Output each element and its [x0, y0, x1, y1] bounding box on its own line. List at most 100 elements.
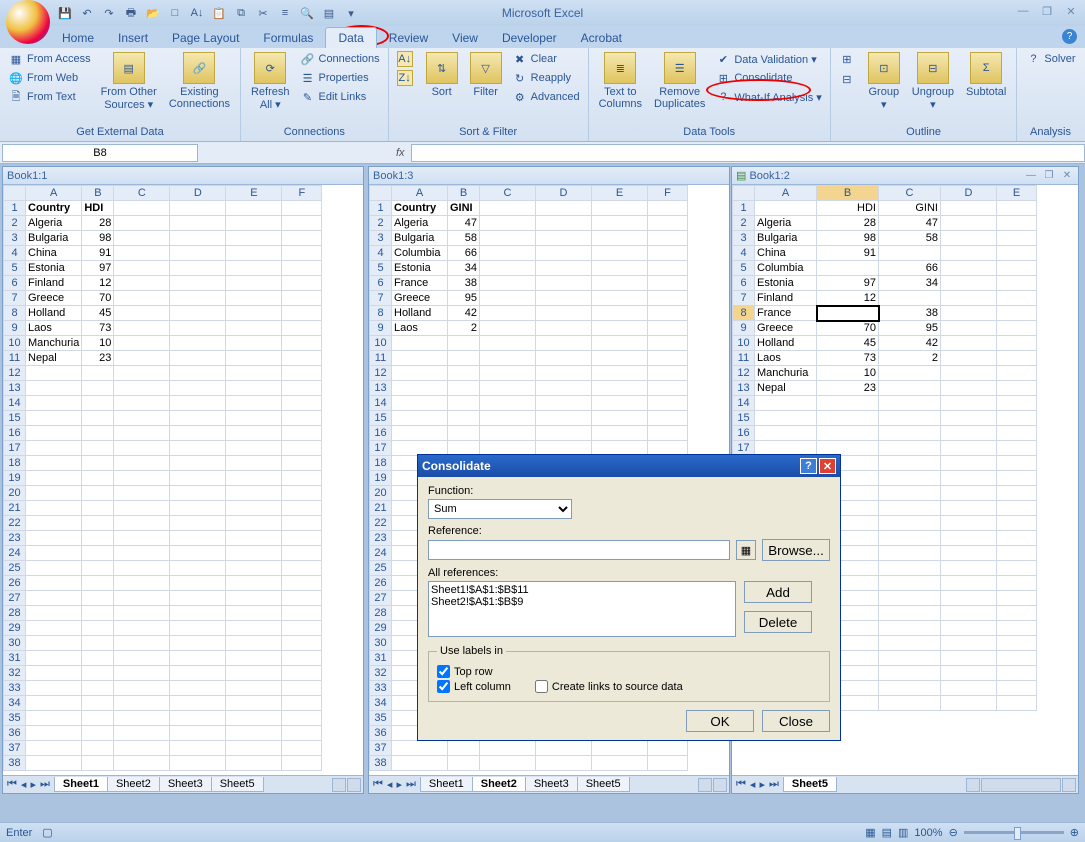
tab-nav-next-icon[interactable]: ▸ [757, 778, 767, 791]
create-links-checkbox[interactable] [535, 680, 548, 693]
subtotal-button[interactable]: ΣSubtotal [962, 50, 1010, 100]
list-item[interactable]: Sheet1!$A$1:$B$11 [431, 584, 733, 596]
hscroll-right-icon[interactable] [713, 778, 727, 792]
remove-duplicates-button[interactable]: ☰Remove Duplicates [650, 50, 709, 112]
hscroll-right-icon[interactable] [347, 778, 361, 792]
sort-az-button[interactable]: A↓ [395, 50, 418, 68]
ok-button[interactable]: OK [686, 710, 754, 732]
ungroup-button[interactable]: ⊟Ungroup ▾ [908, 50, 958, 113]
from-text-button[interactable]: 🗎From Text [6, 88, 93, 106]
qat-preview-icon[interactable]: 🔍 [298, 4, 316, 22]
office-button[interactable] [6, 0, 50, 44]
tab-nav-last-icon[interactable]: ⏭ [404, 778, 418, 791]
tab-nav-prev-icon[interactable]: ◂ [19, 778, 29, 791]
whatif-button[interactable]: ?What-If Analysis ▾ [713, 88, 823, 106]
tab-nav-next-icon[interactable]: ▸ [28, 778, 38, 791]
minimize-button[interactable]: — [1015, 4, 1031, 18]
tab-nav-next-icon[interactable]: ▸ [394, 778, 404, 791]
collapse-dialog-icon[interactable]: ▦ [736, 540, 756, 560]
qat-cut-icon[interactable]: ✂ [254, 4, 272, 22]
sort-za-button[interactable]: Z↓ [395, 69, 418, 87]
sheet-tab-sheet5[interactable]: Sheet5 [783, 777, 837, 792]
tab-acrobat[interactable]: Acrobat [569, 28, 634, 48]
qat-paste-icon[interactable]: 📋 [210, 4, 228, 22]
left-column-checkbox[interactable] [437, 680, 450, 693]
tab-insert[interactable]: Insert [106, 28, 160, 48]
function-select[interactable]: Sum [428, 499, 572, 519]
qat-sort-icon[interactable]: A↓ [188, 4, 206, 22]
fx-icon[interactable]: fx [396, 147, 405, 159]
sheet-tab-sheet2[interactable]: Sheet2 [472, 777, 526, 792]
show-detail-button[interactable]: ⊞ [837, 50, 860, 68]
restore-button[interactable]: ❐ [1039, 4, 1055, 18]
hide-detail-button[interactable]: ⊟ [837, 70, 860, 88]
zoom-level[interactable]: 100% [914, 827, 942, 839]
data-validation-button[interactable]: ✔Data Validation ▾ [713, 50, 823, 68]
hscroll-left-icon[interactable] [966, 778, 980, 792]
name-box[interactable]: B8 [2, 144, 198, 162]
tab-nav-first-icon[interactable]: ⏮ [371, 778, 385, 791]
macro-record-icon[interactable]: ▢ [42, 826, 52, 839]
tab-nav-last-icon[interactable]: ⏭ [38, 778, 52, 791]
qat-save-icon[interactable]: 💾 [56, 4, 74, 22]
reapply-button[interactable]: ↻Reapply [510, 69, 582, 87]
top-row-checkbox[interactable] [437, 665, 450, 678]
tab-data[interactable]: Data [325, 27, 376, 48]
window-title-3[interactable]: ▤ Book1:2 — ❐ ✕ [732, 167, 1078, 185]
dialog-titlebar[interactable]: Consolidate ? ✕ [418, 455, 840, 477]
tab-nav-last-icon[interactable]: ⏭ [767, 778, 781, 791]
filter-button[interactable]: ▽Filter [466, 50, 506, 100]
qat-open-icon[interactable]: 📂 [144, 4, 162, 22]
window-title-2[interactable]: Book1:3 [369, 167, 729, 185]
reference-input[interactable] [428, 540, 730, 560]
existing-connections-button[interactable]: 🔗Existing Connections [165, 50, 234, 112]
window-title-1[interactable]: Book1:1 [3, 167, 363, 185]
tab-view[interactable]: View [440, 28, 490, 48]
edit-links-button[interactable]: ✎Edit Links [298, 88, 382, 106]
hscroll-track[interactable] [981, 778, 1061, 792]
tab-nav-prev-icon[interactable]: ◂ [385, 778, 395, 791]
sheet-tab-sheet5[interactable]: Sheet5 [211, 777, 264, 792]
sheet-tab-sheet5[interactable]: Sheet5 [577, 777, 630, 792]
text-to-columns-button[interactable]: ≣Text to Columns [595, 50, 646, 112]
zoom-in-button[interactable]: ⊕ [1070, 826, 1079, 839]
zoom-out-button[interactable]: ⊖ [949, 826, 958, 839]
tab-developer[interactable]: Developer [490, 28, 569, 48]
group-button[interactable]: ⊡Group ▾ [864, 50, 904, 113]
clear-button[interactable]: ✖Clear [510, 50, 582, 68]
tab-home[interactable]: Home [50, 28, 106, 48]
delete-button[interactable]: Delete [744, 611, 812, 633]
consolidate-button[interactable]: ⊞Consolidate [713, 69, 823, 87]
qat-new-icon[interactable]: □ [166, 4, 184, 22]
solver-button[interactable]: ?Solver [1023, 50, 1077, 68]
sheet-tab-sheet1[interactable]: Sheet1 [54, 777, 108, 792]
qat-chart-icon[interactable]: ▤ [320, 4, 338, 22]
hscroll-right-icon[interactable] [1062, 778, 1076, 792]
dialog-close-button[interactable]: ✕ [819, 458, 836, 474]
qat-undo-icon[interactable]: ↶ [78, 4, 96, 22]
help-icon[interactable]: ? [1062, 29, 1077, 44]
qat-print-icon[interactable]: 🖶 [122, 4, 140, 22]
close-child-button[interactable]: ✕ [1060, 169, 1074, 182]
hscroll-left-icon[interactable] [698, 778, 712, 792]
close-button[interactable]: ✕ [1063, 4, 1079, 18]
formula-input[interactable] [411, 144, 1085, 162]
view-layout-icon[interactable]: ▤ [882, 826, 892, 839]
sheet-tab-sheet1[interactable]: Sheet1 [420, 777, 473, 792]
from-web-button[interactable]: 🌐From Web [6, 69, 93, 87]
connections-button[interactable]: 🔗Connections [298, 50, 382, 68]
list-item[interactable]: Sheet2!$A$1:$B$9 [431, 596, 733, 608]
view-normal-icon[interactable]: ▦ [865, 826, 875, 839]
qat-redo-icon[interactable]: ↷ [100, 4, 118, 22]
hscroll-left-icon[interactable] [332, 778, 346, 792]
sheet-area-1[interactable]: ABCDEF1CountryHDI2Algeria283Bulgaria984C… [3, 185, 363, 775]
minimize-child-button[interactable]: — [1024, 169, 1038, 182]
from-access-button[interactable]: ▦From Access [6, 50, 93, 68]
tab-nav-prev-icon[interactable]: ◂ [748, 778, 758, 791]
browse-button[interactable]: Browse... [762, 539, 830, 561]
references-listbox[interactable]: Sheet1!$A$1:$B$11 Sheet2!$A$1:$B$9 [428, 581, 736, 637]
restore-child-button[interactable]: ❐ [1042, 169, 1056, 182]
qat-copy-icon[interactable]: ⧉ [232, 4, 250, 22]
sheet-tab-sheet2[interactable]: Sheet2 [107, 777, 160, 792]
qat-format-icon[interactable]: ≡ [276, 4, 294, 22]
